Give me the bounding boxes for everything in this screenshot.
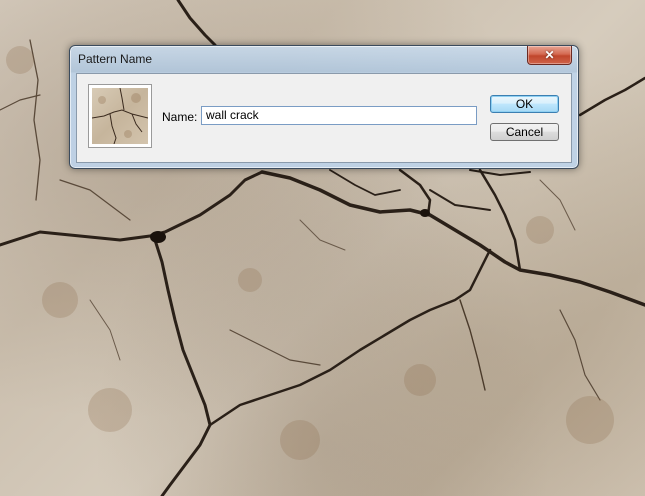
close-icon: ✕ <box>544 48 555 62</box>
close-button[interactable]: ✕ <box>527 46 572 65</box>
pattern-thumbnail <box>88 84 152 148</box>
cancel-button[interactable]: Cancel <box>490 123 559 141</box>
pattern-name-dialog: Pattern Name ✕ Name: wall crack OK Cance… <box>69 45 579 169</box>
dialog-body: Name: OK Cancel <box>76 73 572 163</box>
name-label: Name: <box>162 110 198 124</box>
ok-button[interactable]: OK <box>490 95 559 113</box>
dialog-titlebar[interactable]: Pattern Name ✕ <box>70 46 578 72</box>
pattern-name-input[interactable] <box>201 106 477 125</box>
dialog-title: Pattern Name <box>78 52 153 66</box>
pattern-preview-thumbnail <box>92 88 148 144</box>
